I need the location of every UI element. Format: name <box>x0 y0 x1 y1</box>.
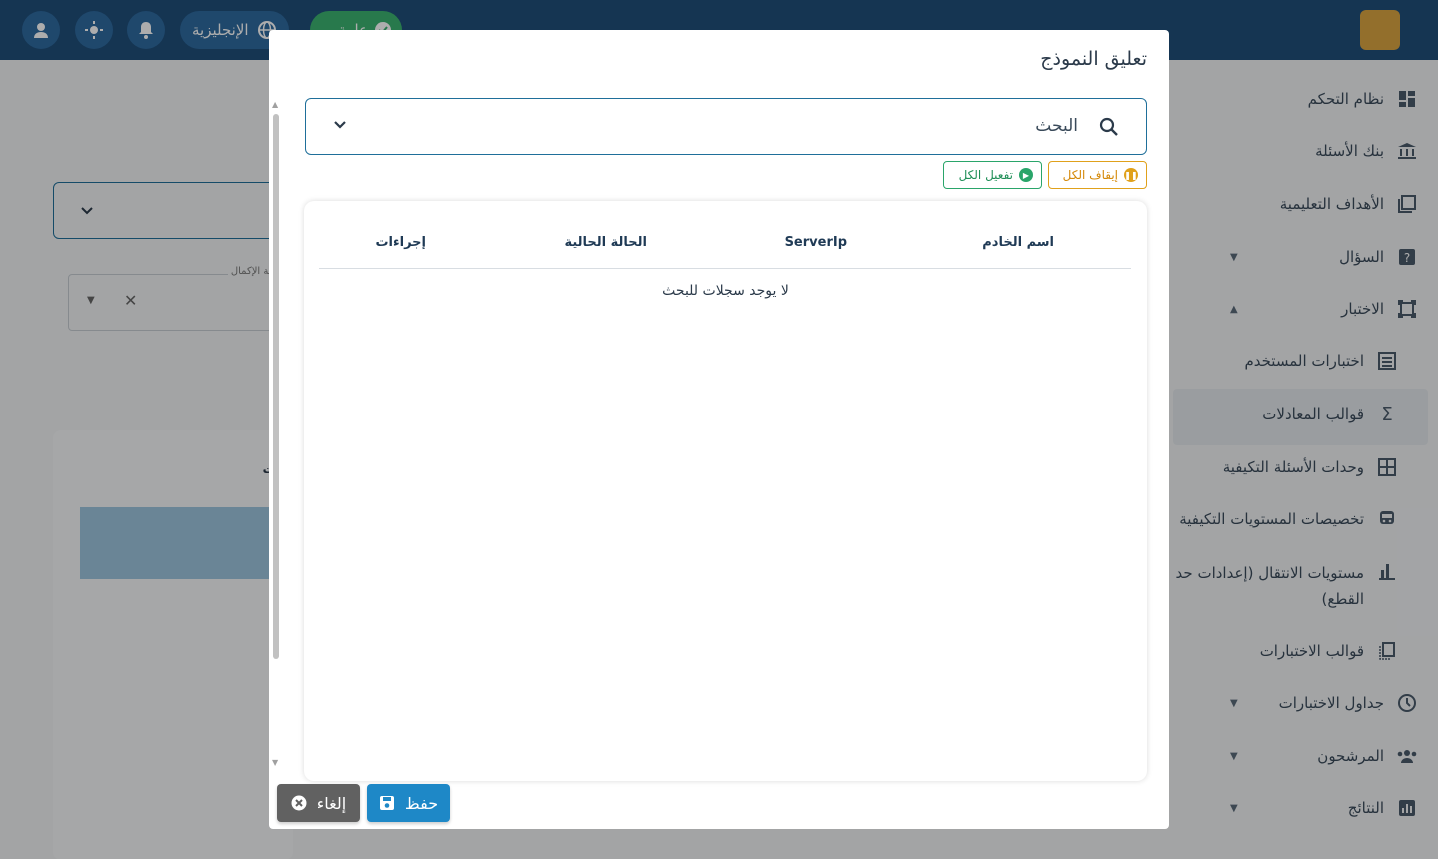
close-circle-icon <box>291 795 307 811</box>
scroll-thumb[interactable] <box>273 114 279 659</box>
cancel-button[interactable]: إلغاء <box>277 784 360 822</box>
scroll-down-icon[interactable]: ▼ <box>272 758 278 767</box>
play-icon: ▶ <box>1019 168 1033 182</box>
pause-icon: ❚❚ <box>1124 168 1138 182</box>
dialog-title: تعليق النموذج <box>1040 48 1147 70</box>
cancel-label: إلغاء <box>316 793 347 813</box>
suspend-form-dialog: تعليق النموذج ▲ ▼ البحث ❚❚ إيقاف الكل ▶ … <box>269 30 1169 829</box>
chevron-down-icon[interactable] <box>332 117 348 133</box>
servers-table: اسم الخادم ServerIp الحالة الحالية إجراء… <box>304 201 1147 781</box>
stop-all-label: إيقاف الكل <box>1062 168 1118 182</box>
save-label: حفظ <box>404 793 439 813</box>
table-divider <box>319 268 1131 269</box>
search-select[interactable]: البحث <box>305 98 1147 155</box>
column-header-server-name[interactable]: اسم الخادم <box>982 235 1054 250</box>
save-button[interactable]: حفظ <box>367 784 450 822</box>
column-header-current-status[interactable]: الحالة الحالية <box>564 235 647 250</box>
stop-all-button[interactable]: ❚❚ إيقاف الكل <box>1048 161 1147 189</box>
search-icon <box>1099 117 1118 136</box>
column-header-actions: إجراءات <box>375 235 426 250</box>
floppy-disk-icon <box>379 796 394 810</box>
activate-all-button[interactable]: ▶ تفعيل الكل <box>943 161 1042 189</box>
search-input[interactable]: البحث <box>1035 116 1078 136</box>
activate-all-label: تفعيل الكل <box>958 168 1013 182</box>
dialog-scrollbar[interactable]: ▲ ▼ <box>270 100 282 770</box>
scroll-up-icon[interactable]: ▲ <box>272 100 278 109</box>
empty-state-message: لا يوجد سجلات للبحث <box>662 283 789 299</box>
column-header-server-ip[interactable]: ServerIp <box>785 235 847 250</box>
